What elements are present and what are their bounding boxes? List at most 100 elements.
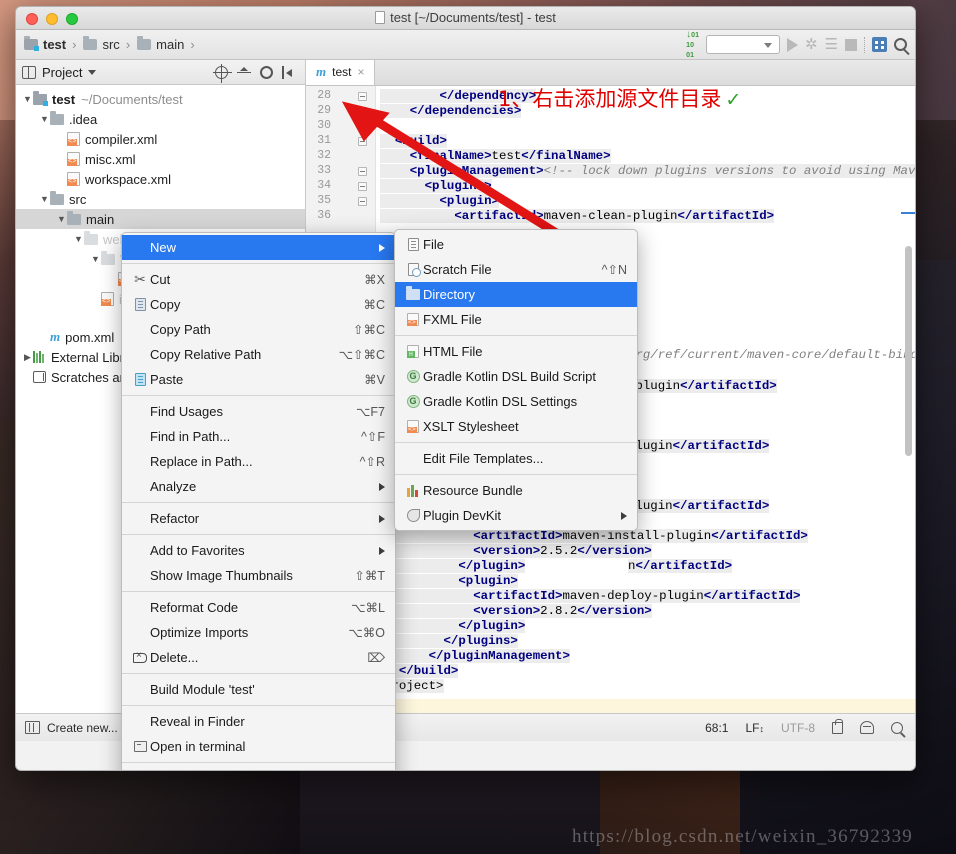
toolbar-divider [864, 36, 865, 53]
breadcrumb-item-test[interactable]: test › [24, 36, 83, 52]
debug-icon[interactable]: ✲ [805, 36, 818, 54]
menu-item-scratch-file[interactable]: Scratch File ^⇧N [395, 257, 637, 282]
xml-file-icon [67, 152, 80, 166]
menu-item-optimize-imports[interactable]: Optimize Imports ⌥⌘O [122, 620, 395, 645]
tree-item-label: .idea [69, 111, 98, 127]
menu-item-plugin-devkit[interactable]: Plugin DevKit [395, 503, 637, 528]
file-encoding[interactable]: UTF-8 [781, 721, 815, 735]
menu-item-build-module--test[interactable]: Build Module 'test' [122, 677, 395, 702]
menu-item-fxml-file[interactable]: FXML File [395, 307, 637, 332]
terminal-icon[interactable] [25, 721, 40, 734]
code-line: </build> [380, 664, 808, 679]
project-panel-title: Project [42, 64, 83, 80]
menu-item-reveal-in-finder[interactable]: Reveal in Finder [122, 709, 395, 734]
chevron-right-icon[interactable]: ▶ [22, 352, 33, 363]
watermark-text: https://blog.csdn.net/weixin_36792339 [572, 826, 913, 847]
menu-item-local-history[interactable]: Local History [122, 766, 395, 770]
menu-item-xslt-stylesheet[interactable]: XSLT Stylesheet [395, 414, 637, 439]
menu-item-gradle-kotlin-dsl-settings[interactable]: G Gradle Kotlin DSL Settings [395, 389, 637, 414]
chevron-down-icon[interactable]: ▼ [56, 214, 67, 224]
menu-item-copy[interactable]: Copy ⌘C [122, 292, 395, 317]
menu-item-paste[interactable]: Paste ⌘V [122, 367, 395, 392]
maven-icon: m [316, 64, 327, 79]
chevron-down-icon[interactable]: ▼ [90, 254, 101, 264]
fold-toggle-icon[interactable] [358, 137, 367, 146]
menu-item-label: New [150, 240, 177, 255]
tree-item-misc-xml[interactable]: ▶misc.xml [16, 149, 305, 169]
menu-item-refactor[interactable]: Refactor [122, 506, 395, 531]
menu-item-label: Find in Path... [150, 429, 231, 444]
code-fragment: org/ref/current/maven-core/default-bindi… [628, 348, 915, 362]
menu-item-add-to-favorites[interactable]: Add to Favorites [122, 538, 395, 563]
folder-icon [67, 210, 81, 225]
plugin-devkit-icon [406, 509, 420, 522]
menu-item-replace-in-path[interactable]: Replace in Path... ^⇧R [122, 449, 395, 474]
menu-item-open-in-terminal[interactable]: Open in terminal [122, 734, 395, 759]
menu-item-show-image-thumbnails[interactable]: Show Image Thumbnails ⇧⌘T [122, 563, 395, 588]
menu-item-copy-path[interactable]: Copy Path ⇧⌘C [122, 317, 395, 342]
settings-gear-icon[interactable] [260, 65, 273, 79]
menu-item-cut[interactable]: ✂ Cut ⌘X [122, 267, 395, 292]
menu-item-file[interactable]: File [395, 232, 637, 257]
fold-toggle-icon[interactable] [358, 107, 367, 116]
new-submenu[interactable]: File Scratch File ^⇧N Directory FXML File HTM… [394, 229, 638, 531]
editor-vertical-scrollbar[interactable] [905, 246, 912, 456]
tree-item-main[interactable]: ▼ main [16, 209, 305, 229]
line-separator[interactable]: LF↕ [745, 721, 764, 735]
menu-item-find-in-path[interactable]: Find in Path... ^⇧F [122, 424, 395, 449]
module-folder-icon [33, 90, 48, 106]
lock-icon[interactable] [832, 718, 843, 734]
create-new-label[interactable]: Create new... [47, 721, 118, 735]
menu-item-label: FXML File [423, 312, 482, 327]
editor-tab-test[interactable]: m test × [306, 59, 376, 85]
run-icon[interactable] [786, 37, 798, 52]
chevron-down-icon[interactable]: ▼ [22, 94, 33, 104]
tree-item-src[interactable]: ▼ src [16, 189, 305, 209]
menu-item-new[interactable]: New [122, 235, 395, 260]
close-icon[interactable]: × [357, 65, 364, 79]
fold-toggle-icon[interactable] [358, 197, 367, 206]
chevron-down-icon[interactable] [88, 69, 97, 75]
fold-toggle-icon[interactable] [358, 167, 367, 176]
expand-collapse-icon[interactable] [237, 66, 251, 79]
download-icon[interactable]: ↓01 10 01 [686, 29, 699, 60]
fold-toggle-icon[interactable] [358, 182, 367, 191]
menu-item-find-usages[interactable]: Find Usages ⌥F7 [122, 399, 395, 424]
chevron-down-icon[interactable]: ▼ [73, 234, 84, 244]
caret-position[interactable]: 68:1 [705, 721, 728, 735]
menu-separator [122, 762, 395, 763]
tree-item-test[interactable]: ▼ test ~/Documents/test [16, 89, 305, 109]
fold-toggle-icon[interactable] [358, 92, 367, 101]
menu-item-edit-file-templates[interactable]: Edit File Templates... [395, 446, 637, 471]
coverage-icon[interactable]: ☰ [825, 36, 838, 54]
tree-item--idea[interactable]: ▼ .idea [16, 109, 305, 129]
database-icon[interactable] [872, 37, 887, 52]
run-configuration-select[interactable] [705, 35, 780, 54]
stop-icon[interactable] [845, 38, 857, 51]
menu-item-reformat-code[interactable]: Reformat Code ⌥⌘L [122, 595, 395, 620]
menu-item-html-file[interactable]: HTML File [395, 339, 637, 364]
tree-item-workspace-xml[interactable]: ▶workspace.xml [16, 169, 305, 189]
breadcrumb-item-src[interactable]: src › [83, 36, 137, 52]
breadcrumb-item-main[interactable]: main › [137, 36, 202, 52]
search-icon[interactable] [891, 721, 903, 734]
chevron-down-icon[interactable]: ▼ [39, 194, 50, 204]
xslt-file-icon [407, 420, 419, 433]
context-menu[interactable]: New ✂ Cut ⌘X Copy ⌘C Copy Path ⇧⌘C Copy Relative… [121, 232, 396, 770]
tree-item-compiler-xml[interactable]: ▶compiler.xml [16, 129, 305, 149]
terminal-small-icon [133, 741, 147, 752]
code-fragment: -plugin</artifactId> [628, 379, 777, 393]
locate-icon[interactable] [213, 63, 232, 83]
code-line: <finalName>test</finalName> [376, 149, 915, 164]
chevron-down-icon[interactable]: ▼ [39, 114, 50, 124]
menu-item-directory[interactable]: Directory [395, 282, 637, 307]
menu-item-delete[interactable]: Delete... ⌦ [122, 645, 395, 670]
menu-item-analyze[interactable]: Analyze [122, 474, 395, 499]
menu-item-label: Edit File Templates... [423, 451, 544, 466]
search-everywhere-icon[interactable] [894, 38, 907, 51]
hide-panel-icon[interactable] [282, 65, 295, 79]
hector-icon[interactable] [860, 721, 874, 734]
menu-item-resource-bundle[interactable]: Resource Bundle [395, 478, 637, 503]
menu-item-gradle-kotlin-dsl-build-script[interactable]: G Gradle Kotlin DSL Build Script [395, 364, 637, 389]
menu-item-copy-relative-path[interactable]: Copy Relative Path ⌥⇧⌘C [122, 342, 395, 367]
